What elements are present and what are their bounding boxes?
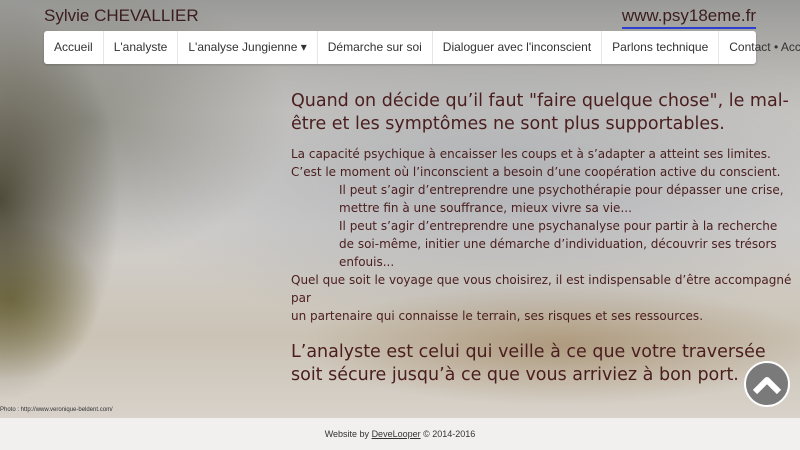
nav-demarche[interactable]: Démarche sur soi (318, 31, 433, 64)
heading-line: être et les symptômes ne sont plus suppo… (291, 114, 725, 134)
main-content: Quand on décide qu’il faut "faire quelqu… (291, 90, 800, 387)
chevron-up-icon (752, 377, 782, 395)
text-line: La capacité psychique à encaisser les co… (291, 147, 771, 161)
heading-1: Quand on décide qu’il faut "faire quelqu… (291, 90, 800, 136)
nav-analyste[interactable]: L'analyste (104, 31, 179, 64)
text-line: C’est le moment où l’inconscient a besoi… (291, 165, 781, 179)
heading-2: L’analyste est celui qui veille à ce que… (291, 341, 800, 387)
developer-link[interactable]: DeveLooper (372, 429, 421, 439)
nav-accueil[interactable]: Accueil (44, 31, 104, 64)
site-owner-title: Sylvie CHEVALLIER (44, 6, 199, 25)
text-line: un partenaire qui connaisse le terrain, … (291, 309, 704, 323)
heading-line: L’analyste est celui qui veille à ce que… (291, 342, 766, 362)
nav-analyse-jungienne-dropdown[interactable]: L'analyse Jungienne ▾ (178, 31, 318, 64)
text-line: Il peut s’agir d’entreprendre une psycha… (339, 219, 778, 233)
heading-line: soit sécure jusqu’à ce que vous arriviez… (291, 365, 739, 385)
text-line: Quel que soit le voyage que vous choisir… (291, 273, 792, 305)
heading-line: Quand on décide qu’il faut "faire quelqu… (291, 91, 789, 111)
nav-dialoguer[interactable]: Dialoguer avec l'inconscient (433, 31, 603, 64)
main-nav: Accueil L'analyste L'analyse Jungienne ▾… (44, 31, 800, 64)
text-line: enfouis... (339, 255, 395, 269)
photo-credit: Photo : http://www.veronique-beldent.com… (0, 407, 113, 413)
nav-parlons-technique[interactable]: Parlons technique (602, 31, 720, 64)
text-line: mettre fin à une souffrance, mieux vivre… (339, 201, 632, 215)
footer: Website by DeveLooper © 2014-2016 (0, 418, 800, 450)
site-url-link[interactable]: www.psy18eme.fr (621, 6, 756, 29)
footer-prefix: Website by (324, 429, 372, 439)
intro-paragraph: La capacité psychique à encaisser les co… (291, 145, 800, 325)
nav-contact[interactable]: Contact • Accès (719, 31, 800, 64)
text-line: de soi-même, initier une démarche d’indi… (339, 237, 777, 251)
text-line: Il peut s’agir d’entreprendre une psycho… (339, 183, 784, 197)
footer-copyright: © 2014-2016 (420, 429, 476, 439)
back-to-top-button[interactable] (744, 361, 790, 407)
